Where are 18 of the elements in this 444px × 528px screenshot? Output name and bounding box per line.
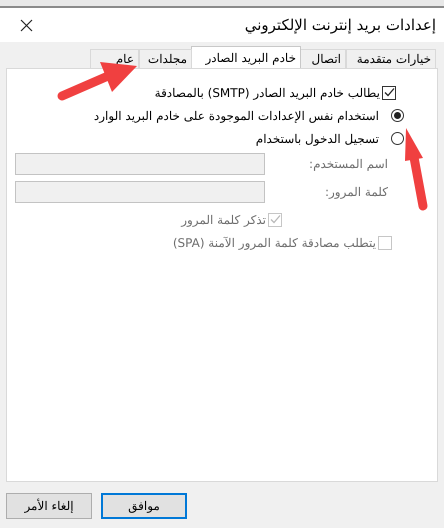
radio-label: تسجيل الدخول باستخدام xyxy=(256,132,379,146)
close-icon[interactable] xyxy=(20,18,33,32)
cancel-button[interactable]: إلغاء الأمر xyxy=(6,493,92,519)
tab[interactable]: مجلدات xyxy=(139,49,192,68)
ok-button[interactable]: موافق xyxy=(101,493,187,519)
checkbox[interactable] xyxy=(382,86,396,100)
radio-label: استخدام نفس الإعدادات الموجودة على خادم البريد الوارد xyxy=(94,108,379,122)
radio-button[interactable] xyxy=(391,132,404,145)
tab[interactable]: خادم البريد الصادر xyxy=(191,46,301,68)
tab[interactable]: خيارات متقدمة xyxy=(346,49,436,68)
field-label: اسم المستخدم: xyxy=(308,157,388,171)
checkbox-label: تذكر كلمة المرور xyxy=(181,212,266,226)
tab[interactable]: اتصال xyxy=(300,49,346,68)
field-label: كلمة المرور: xyxy=(324,185,388,199)
window-title: إعدادات بريد إنترنت الإلكتروني xyxy=(244,16,436,34)
radio-button[interactable] xyxy=(391,109,404,122)
checkbox-label: يطالب خادم البريد الصادر (SMTP) بالمصادقة xyxy=(154,86,380,100)
checkbox-label: يتطلب مصادقة كلمة المرور الآمنة (SPA) xyxy=(172,236,376,250)
